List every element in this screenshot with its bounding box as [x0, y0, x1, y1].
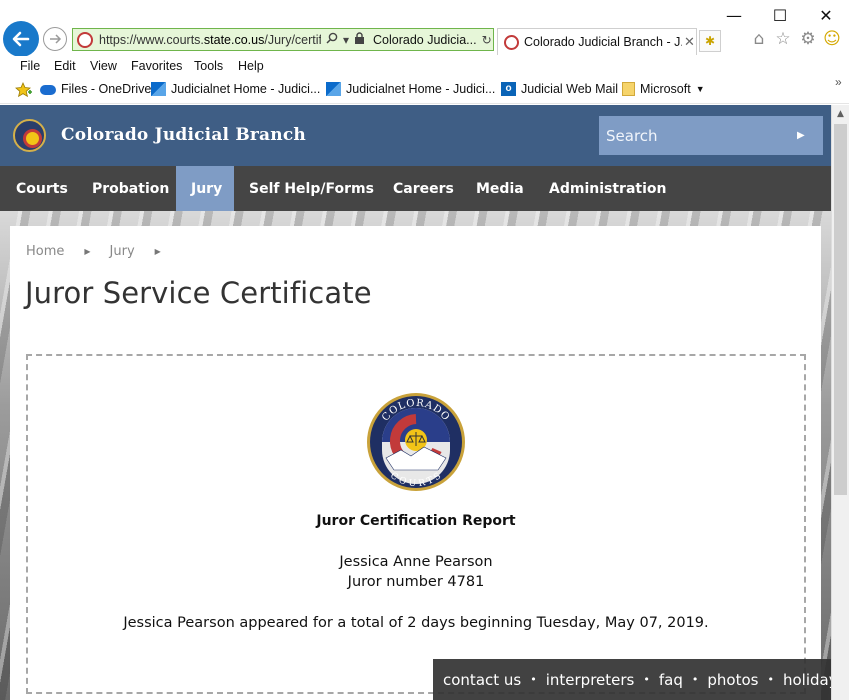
breadcrumb: Home ▶ Jury ▶	[26, 244, 180, 259]
refresh-icon[interactable]: ↻	[482, 33, 492, 47]
star-icon[interactable]: ☆	[773, 29, 793, 49]
content-card: Home ▶ Jury ▶ Juror Service Certificate	[10, 226, 821, 700]
menu-help[interactable]: Help	[238, 59, 264, 73]
favorites-bar: Files - OneDrive Judicialnet Home - Judi…	[0, 75, 849, 104]
page-viewport: Colorado Judicial Branch ▶ Courts Probat…	[0, 105, 831, 700]
breadcrumb-home[interactable]: Home	[26, 244, 64, 259]
page-title: Juror Service Certificate	[25, 276, 372, 310]
juror-name: Jessica Anne Pearson	[339, 554, 493, 570]
favorite-link-judicialnet-2[interactable]: Judicialnet Home - Judici...	[326, 82, 495, 96]
tab-title[interactable]: Colorado Judicial Branch - J...	[524, 35, 682, 49]
colorado-courts-seal: COLORADO COURTS	[367, 393, 465, 491]
dropdown-arrow-icon[interactable]: ▾	[343, 33, 349, 47]
home-icon[interactable]: ⌂	[749, 29, 769, 49]
browser-tab[interactable]: Colorado Judicial Branch - J... ✕	[497, 28, 697, 55]
arrow-right-icon	[50, 34, 62, 44]
maximize-button[interactable]: ☐	[757, 0, 803, 30]
nav-jury[interactable]: Jury	[176, 166, 234, 211]
footer-links: contact us • interpreters • faq • photos…	[433, 659, 831, 700]
certificate-box: COLORADO COURTS Juror Certification Repo…	[26, 354, 806, 694]
nav-media[interactable]: Media	[461, 166, 539, 211]
menu-view[interactable]: View	[90, 59, 117, 73]
juror-number: Juror number 4781	[347, 574, 485, 590]
scroll-up-arrow-icon[interactable]: ▲	[832, 105, 849, 122]
site-name[interactable]: Colorado Judicial Branch	[61, 125, 306, 145]
more-favorites-chevron-icon[interactable]: »	[835, 75, 842, 89]
separator-dot: •	[767, 673, 774, 686]
favorite-label: Judicial Web Mail	[521, 82, 619, 96]
outlook-icon: o	[501, 82, 516, 96]
footer-link-faq[interactable]: faq	[659, 671, 683, 689]
footer-link-interpreters[interactable]: interpreters	[546, 671, 635, 689]
nav-administration[interactable]: Administration	[534, 166, 681, 211]
new-tab-icon: ✱	[704, 34, 716, 48]
site-search: ▶	[599, 116, 823, 155]
forward-button[interactable]	[43, 27, 67, 51]
close-window-button[interactable]: ✕	[803, 0, 849, 30]
close-icon[interactable]: ✕	[684, 34, 695, 50]
minimize-icon: —	[726, 5, 742, 25]
favorite-link-web-mail[interactable]: o Judicial Web Mail	[501, 82, 618, 96]
footer-link-contact-us[interactable]: contact us	[443, 671, 521, 689]
address-bar[interactable]: https://www.courts.state.co.us/Jury/cert…	[72, 28, 494, 51]
chevron-down-icon: ▼	[695, 84, 705, 94]
menu-edit[interactable]: Edit	[54, 59, 76, 73]
breadcrumb-separator-icon: ▶	[84, 247, 91, 256]
smiley-icon[interactable]: ☺	[822, 29, 842, 49]
footer-link-holidays[interactable]: holidays	[783, 671, 831, 689]
separator-dot: •	[530, 673, 537, 686]
back-button[interactable]	[3, 21, 39, 57]
menu-favorites[interactable]: Favorites	[131, 59, 182, 73]
lock-icon[interactable]	[354, 32, 365, 47]
folder-icon	[622, 82, 635, 96]
tab-favicon-icon	[504, 34, 519, 50]
site-identity[interactable]: Colorado Judicia...	[373, 33, 477, 47]
report-title: Juror Certification Report	[316, 513, 516, 529]
add-favorite-star-icon[interactable]	[15, 82, 33, 98]
onedrive-icon	[40, 85, 56, 95]
search-input[interactable]	[599, 126, 789, 145]
nav-probation[interactable]: Probation	[77, 166, 184, 211]
vertical-scrollbar[interactable]: ▲	[831, 105, 849, 700]
nav-careers[interactable]: Careers	[378, 166, 469, 211]
menu-tools[interactable]: Tools	[194, 59, 223, 73]
favorite-folder-microsoft[interactable]: Microsoft ▼	[622, 82, 705, 96]
menu-file[interactable]: File	[20, 59, 40, 73]
favorite-label: Microsoft	[640, 82, 691, 96]
site-header: Colorado Judicial Branch ▶	[0, 105, 831, 166]
arrow-left-icon	[12, 31, 30, 47]
sharepoint-icon	[151, 82, 166, 96]
gear-icon[interactable]: ⚙	[798, 29, 818, 49]
search-submit-icon[interactable]: ▶	[797, 130, 805, 141]
sharepoint-icon	[326, 82, 341, 96]
main-nav: Courts Probation Jury Self Help/Forms Ca…	[0, 166, 831, 211]
new-tab-button[interactable]: ✱	[699, 30, 721, 52]
favorite-label: Judicialnet Home - Judici...	[346, 82, 496, 96]
breadcrumb-jury[interactable]: Jury	[110, 244, 135, 259]
footer-link-photos[interactable]: photos	[707, 671, 758, 689]
site-favicon-icon	[77, 31, 93, 48]
menu-bar: File Edit View Favorites Tools Help	[0, 56, 849, 78]
favorite-label: Files - OneDrive	[61, 82, 152, 96]
separator-dot: •	[691, 673, 699, 686]
favorite-link-onedrive[interactable]: Files - OneDrive	[40, 82, 151, 96]
favorite-label: Judicialnet Home - Judici...	[171, 82, 321, 96]
scroll-thumb[interactable]	[834, 124, 847, 495]
search-icon[interactable]	[326, 32, 338, 47]
nav-courts[interactable]: Courts	[1, 166, 83, 211]
separator-dot: •	[643, 673, 650, 686]
favorite-link-judicialnet-1[interactable]: Judicialnet Home - Judici...	[151, 82, 320, 96]
browser-toolbar: https://www.courts.state.co.us/Jury/cert…	[0, 0, 849, 57]
close-window-icon: ✕	[819, 5, 833, 25]
nav-self-help-forms[interactable]: Self Help/Forms	[234, 166, 389, 211]
maximize-icon: ☐	[772, 5, 788, 25]
address-url[interactable]: https://www.courts.state.co.us/Jury/cert…	[99, 33, 321, 47]
minimize-button[interactable]: —	[711, 0, 757, 30]
breadcrumb-separator-icon: ▶	[154, 247, 161, 256]
colorado-courts-logo[interactable]	[13, 119, 46, 152]
service-summary: Jessica Pearson appeared for a total of …	[123, 615, 709, 631]
